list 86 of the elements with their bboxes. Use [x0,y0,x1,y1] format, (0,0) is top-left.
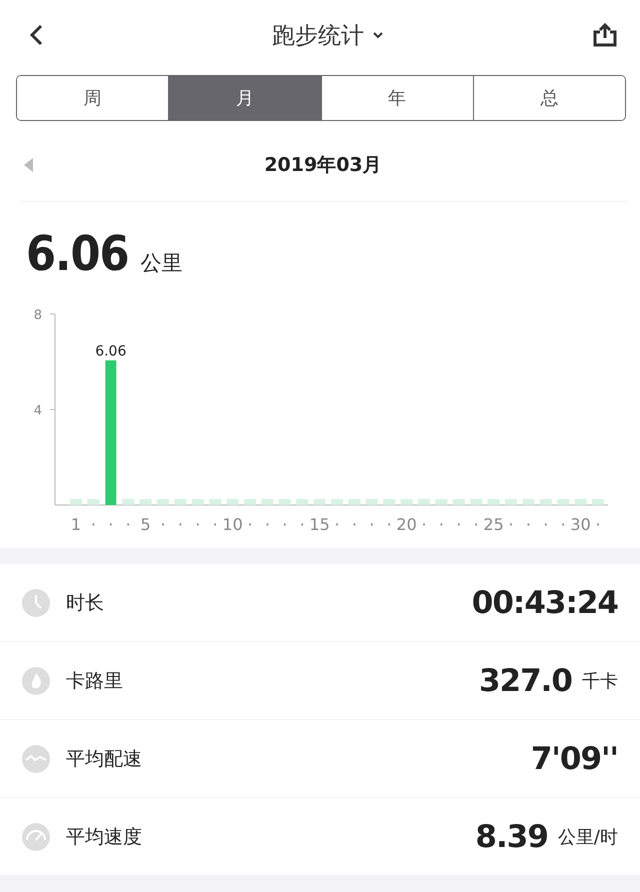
x-tick-label: · [595,515,601,534]
back-icon[interactable] [28,23,44,47]
empty-bar [244,499,256,505]
x-tick-label: · [456,515,462,534]
empty-bar [400,499,413,505]
empty-bar [87,499,100,505]
empty-bar [278,499,291,505]
empty-bar [452,499,465,505]
share-icon[interactable] [592,22,618,48]
x-tick-label: · [352,515,357,534]
speed-icon [22,822,50,850]
empty-bar [383,499,396,505]
empty-bar [574,499,587,505]
empty-bar [140,499,152,505]
x-tick-label: · [543,515,548,534]
x-tick-label: 25 [483,515,504,534]
empty-bar [226,499,239,505]
x-tick-label: · [386,515,392,534]
caret-icon[interactable] [372,31,384,39]
x-tick-label: 20 [396,515,417,534]
x-tick-label: · [369,515,374,534]
stat-value: 8.39 [475,818,548,854]
stat-label: 时长 [66,590,105,616]
empty-bar [348,499,360,505]
stat-label: 卡路里 [66,668,124,694]
empty-bar [366,499,378,505]
empty-bar [122,499,134,505]
stat-unit: 千卡 [582,670,618,692]
total-distance: 6.06 [26,226,129,282]
x-tick-label: 15 [309,515,330,534]
x-tick-label: · [421,515,427,534]
stat-value: 00:43:24 [472,584,618,620]
stat-label: 平均速度 [66,824,143,850]
empty-bar [418,499,430,505]
empty-bar [70,499,82,505]
empty-bar [314,499,326,505]
period-tab[interactable]: 总 [472,76,625,120]
x-tick-label: 1 [70,515,82,534]
empty-bar [261,499,274,505]
x-tick-label: · [300,515,305,534]
y-tick-label: 4 [34,404,42,418]
period-tab[interactable]: 月 [168,76,320,120]
empty-bar [435,499,448,505]
x-tick-label: · [247,515,253,534]
empty-bar [157,499,169,505]
empty-bar [488,499,500,505]
stat-value: 327.0 [478,662,572,698]
x-tick-label: · [474,515,479,534]
x-tick-label: 10 [222,515,243,534]
empty-bar [331,499,343,505]
empty-bar [209,499,222,505]
x-tick-label: · [264,515,270,534]
distance-unit: 公里 [140,250,183,277]
empty-bar [592,499,604,505]
page-title[interactable]: 跑步统计 [272,20,364,50]
y-tick-label: 8 [34,308,42,323]
x-tick-label: 5 [140,515,151,534]
x-tick-label: · [195,515,200,534]
x-tick-label: · [90,515,96,534]
empty-bar [192,499,204,505]
x-tick-label: · [560,515,566,534]
period-label: 2019年03月 [264,153,382,178]
x-tick-label: · [508,515,514,534]
bar-value: 6.06 [95,343,126,360]
stat-value: 7'09'' [530,740,618,776]
empty-bar [296,499,308,505]
x-tick-label: · [438,515,444,534]
x-tick-label: · [160,515,166,534]
x-tick-label: · [108,515,114,534]
pace-icon [22,744,50,772]
x-tick-label: · [334,515,340,534]
empty-bar [174,499,186,505]
x-tick-label: · [126,515,131,534]
empty-bar [557,499,570,505]
empty-bar [540,499,552,505]
empty-bar [522,499,534,505]
x-tick-label: 30 [570,515,591,534]
x-tick-label: · [526,515,531,534]
x-tick-label: · [178,515,183,534]
empty-bar [505,499,517,505]
x-tick-label: · [212,515,218,534]
stat-label: 平均配速 [66,746,143,772]
empty-bar [470,499,482,505]
x-tick-label: · [282,515,288,534]
clock-icon [22,588,50,616]
stat-unit: 公里/时 [558,826,618,848]
